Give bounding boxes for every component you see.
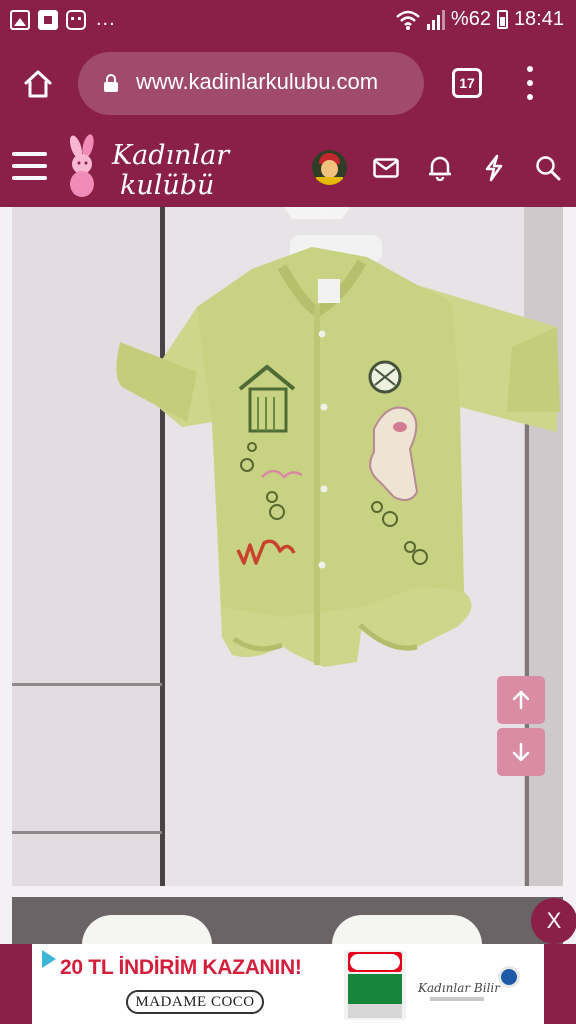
scroll-up-button[interactable] (497, 676, 545, 724)
wifi-icon (396, 10, 420, 30)
site-header: Kadınlar kulübü (0, 128, 576, 207)
product-photo-second[interactable] (12, 897, 563, 944)
ad-badge-icon (498, 966, 520, 988)
ad-banner[interactable]: 20 TL İNDİRİM KAZANIN! MADAME COCO Kadın… (32, 944, 544, 1024)
status-notifications: ... (10, 8, 116, 31)
gallery-notification-icon (10, 9, 30, 30)
lock-icon (104, 74, 118, 92)
ad-product-image (344, 950, 406, 1020)
lightning-icon (485, 154, 503, 182)
home-icon (24, 70, 52, 98)
close-ad-button[interactable]: X (531, 898, 576, 944)
battery-icon (496, 10, 508, 29)
battery-percent: %62 (450, 8, 491, 30)
browser-toolbar: www.kadinlarkulubu.com 17 (0, 40, 576, 128)
ad-choices-icon[interactable] (42, 950, 56, 968)
ad-sponsor-logo: Kadınlar Bilir (418, 981, 500, 995)
scroll-down-button[interactable] (497, 728, 545, 776)
status-bar: ... %62 18:41 (0, 0, 576, 40)
menu-icon (12, 152, 47, 156)
arrow-down-icon (512, 742, 530, 762)
mail-icon (373, 158, 399, 178)
home-button[interactable] (16, 64, 60, 104)
site-logo[interactable]: Kadınlar kulübü (62, 134, 232, 200)
page-content (0, 207, 576, 944)
bell-icon (429, 156, 451, 181)
flipboard-notification-icon (38, 9, 58, 30)
logo-text-line1: Kadınlar (112, 140, 230, 171)
logo-text-line2: kulübü (120, 170, 215, 201)
app-notification-icon (66, 9, 86, 30)
logo-bunny-icon (69, 134, 94, 197)
ad-sponsor-tagline (430, 997, 484, 1001)
user-avatar[interactable] (312, 150, 347, 185)
ad-brand-logo: MADAME COCO (126, 990, 264, 1014)
more-vert-icon (527, 66, 533, 72)
activity-button[interactable] (479, 153, 509, 183)
signal-icon (426, 9, 445, 30)
ad-headline: 20 TL İNDİRİM KAZANIN! (60, 956, 302, 979)
arrow-up-icon (512, 690, 530, 710)
menu-button[interactable] (12, 150, 48, 182)
messages-button[interactable] (371, 153, 401, 183)
status-indicators: %62 18:41 (395, 8, 564, 31)
browser-menu-button[interactable] (520, 64, 540, 102)
product-photo-romper[interactable] (12, 207, 563, 886)
tab-switcher-button[interactable]: 17 (452, 68, 482, 98)
search-icon (536, 156, 561, 181)
url-text: www.kadinlarkulubu.com (136, 69, 379, 94)
more-notifications-indicator: ... (96, 8, 116, 30)
search-button[interactable] (533, 153, 563, 183)
notifications-button[interactable] (425, 153, 455, 183)
address-bar[interactable]: www.kadinlarkulubu.com (78, 52, 424, 115)
clock: 18:41 (513, 8, 564, 30)
